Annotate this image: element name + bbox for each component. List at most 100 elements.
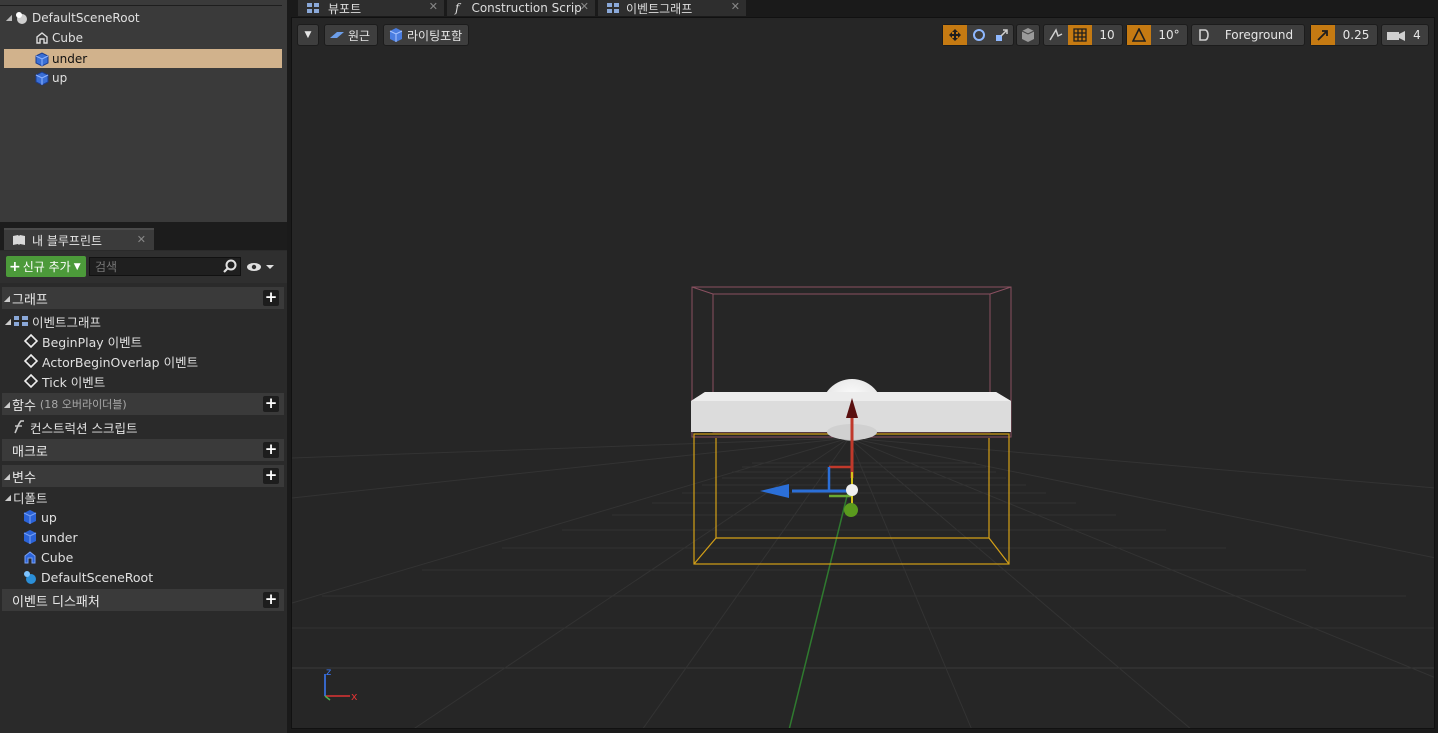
tree-item-beginplay-event[interactable]: BeginPlay 이벤트 bbox=[23, 331, 142, 351]
search-icon[interactable] bbox=[223, 259, 237, 273]
tab-label: 이벤트그래프 bbox=[626, 1, 693, 16]
component-item-defaultsceneroot[interactable]: ◢ DefaultSceneRoot bbox=[4, 8, 282, 27]
event-diamond-icon bbox=[23, 353, 39, 369]
functions-override-count: (18 오버라이더블) bbox=[39, 398, 127, 411]
tab-viewport[interactable]: 뷰포트 ✕ bbox=[298, 0, 444, 16]
rotation-snap-value[interactable]: 10° bbox=[1151, 28, 1187, 42]
function-icon bbox=[14, 420, 24, 434]
scale-icon bbox=[996, 29, 1008, 41]
world-cube-icon bbox=[1021, 28, 1035, 42]
book-icon bbox=[13, 235, 25, 245]
my-blueprint-toolbar: + 신규 추가 ▼ bbox=[0, 251, 287, 283]
tree-label: 디폴트 bbox=[13, 490, 48, 506]
transform-tools-group bbox=[942, 24, 1014, 46]
translate-tool-button[interactable] bbox=[943, 25, 967, 45]
component-label: DefaultSceneRoot bbox=[32, 10, 140, 25]
component-item-under[interactable]: under bbox=[4, 49, 282, 68]
viewport-options-button[interactable]: ▼ bbox=[297, 24, 319, 46]
event-graph-icon bbox=[607, 3, 619, 13]
layer-toggle[interactable] bbox=[1192, 28, 1216, 42]
section-functions[interactable]: ◢ 함수 (18 오버라이더블) + bbox=[2, 393, 284, 415]
viewport-icon bbox=[307, 3, 319, 13]
collapse-arrow-icon[interactable]: ◢ bbox=[2, 400, 12, 409]
rotation-snap-group: 10° bbox=[1126, 24, 1188, 46]
section-graph[interactable]: ◢ 그래프 + bbox=[2, 287, 284, 309]
variable-item-up[interactable]: up bbox=[22, 507, 57, 527]
scale-snap-value[interactable]: 0.25 bbox=[1335, 28, 1377, 42]
rotation-snap-toggle[interactable] bbox=[1127, 25, 1151, 45]
tab-label: Construction Scrip bbox=[471, 1, 582, 15]
layer-group: Foreground bbox=[1191, 24, 1305, 46]
add-new-label: 신규 추가 bbox=[22, 260, 71, 274]
tab-my-blueprint[interactable]: 내 블루프린트 ✕ bbox=[4, 228, 154, 250]
tree-label: up bbox=[41, 509, 57, 525]
add-variable-button[interactable]: + bbox=[263, 468, 279, 484]
box-collision-icon bbox=[23, 530, 37, 544]
section-label: 매크로 bbox=[12, 444, 48, 460]
event-diamond-icon bbox=[23, 333, 39, 349]
tree-item-default-category[interactable]: ◢ 디폴트 bbox=[3, 487, 48, 507]
tree-item-event-graph[interactable]: ◢ 이벤트그래프 bbox=[3, 311, 101, 331]
move-icon bbox=[949, 29, 961, 41]
search-input[interactable] bbox=[89, 257, 241, 276]
collapse-arrow-icon[interactable]: ◢ bbox=[3, 317, 13, 326]
section-macros[interactable]: 매크로 + bbox=[2, 439, 284, 461]
lighting-label: 라이팅포함 bbox=[407, 28, 463, 43]
collapse-arrow-icon[interactable]: ◢ bbox=[3, 493, 13, 502]
tree-item-tick-event[interactable]: Tick 이벤트 bbox=[23, 371, 105, 391]
variable-item-defaultsceneroot[interactable]: DefaultSceneRoot bbox=[22, 567, 153, 587]
chevron-down-icon: ▼ bbox=[304, 30, 312, 40]
scale-snap-toggle[interactable] bbox=[1311, 25, 1335, 45]
cube-actor-icon bbox=[24, 551, 36, 564]
section-variables[interactable]: ◢ 변수 + bbox=[2, 465, 284, 487]
eye-icon[interactable] bbox=[246, 260, 276, 274]
component-item-cube[interactable]: Cube bbox=[4, 28, 282, 47]
rotate-tool-button[interactable] bbox=[967, 28, 991, 42]
collapse-arrow-icon[interactable]: ◢ bbox=[2, 294, 12, 303]
camera-speed-button[interactable]: 4 bbox=[1381, 24, 1429, 46]
component-item-up[interactable]: up bbox=[4, 68, 282, 87]
add-function-button[interactable]: + bbox=[263, 396, 279, 412]
section-label: 변수 bbox=[12, 470, 36, 486]
world-local-toggle-button[interactable] bbox=[1016, 24, 1040, 46]
layer-value[interactable]: Foreground bbox=[1216, 28, 1302, 42]
add-event-dispatcher-button[interactable]: + bbox=[263, 592, 279, 608]
cube-actor-icon bbox=[36, 31, 48, 44]
component-label: Cube bbox=[52, 30, 83, 45]
lighting-mode-button[interactable]: 라이팅포함 bbox=[383, 24, 469, 46]
tab-event-graph[interactable]: 이벤트그래프 ✕ bbox=[598, 0, 746, 16]
variable-item-under[interactable]: under bbox=[22, 527, 78, 547]
variable-item-cube[interactable]: Cube bbox=[22, 547, 73, 567]
component-label: under bbox=[52, 51, 88, 66]
tree-label: 컨스트럭션 스크립트 bbox=[30, 420, 138, 436]
close-icon[interactable]: ✕ bbox=[137, 233, 146, 246]
section-label: 이벤트 디스패처 bbox=[12, 594, 100, 610]
collapse-arrow-icon[interactable]: ◢ bbox=[2, 472, 12, 481]
tree-item-construction-script[interactable]: 컨스트럭션 스크립트 bbox=[11, 417, 137, 437]
grid-snap-value[interactable]: 10 bbox=[1092, 28, 1122, 42]
perspective-label: 원근 bbox=[348, 28, 371, 43]
component-label: up bbox=[52, 70, 68, 85]
perspective-button[interactable]: 원근 bbox=[324, 24, 378, 46]
close-icon[interactable]: ✕ bbox=[731, 0, 740, 14]
scale-tool-button[interactable] bbox=[991, 28, 1013, 42]
box-collision-icon bbox=[23, 510, 37, 524]
add-new-button[interactable]: + 신규 추가 ▼ bbox=[6, 256, 86, 277]
grid-snap-toggle[interactable] bbox=[1068, 25, 1092, 45]
my-blueprint-tabbar: 내 블루프린트 ✕ bbox=[0, 228, 287, 250]
scene-root-icon bbox=[16, 11, 27, 24]
section-event-dispatchers[interactable]: 이벤트 디스패처 + bbox=[2, 589, 284, 611]
surface-snap-button[interactable] bbox=[1044, 28, 1068, 42]
surface-snap-icon bbox=[1049, 28, 1063, 41]
chevron-down-icon: ▼ bbox=[73, 261, 81, 272]
close-icon[interactable]: ✕ bbox=[429, 0, 438, 14]
perspective-icon bbox=[330, 32, 344, 38]
tab-construction-script[interactable]: f Construction Scrip ✕ bbox=[447, 0, 595, 16]
add-graph-button[interactable]: + bbox=[263, 290, 279, 306]
function-icon: f bbox=[455, 1, 460, 15]
expand-arrow-icon[interactable]: ◢ bbox=[4, 13, 14, 22]
viewport[interactable]: ▼ 원근 라이팅포함 10 10° Foreground 0.25 4 x z bbox=[291, 17, 1435, 729]
add-macro-button[interactable]: + bbox=[263, 442, 279, 458]
tree-item-actorbeginoverlap-event[interactable]: ActorBeginOverlap 이벤트 bbox=[23, 351, 198, 371]
close-icon[interactable]: ✕ bbox=[580, 0, 589, 14]
